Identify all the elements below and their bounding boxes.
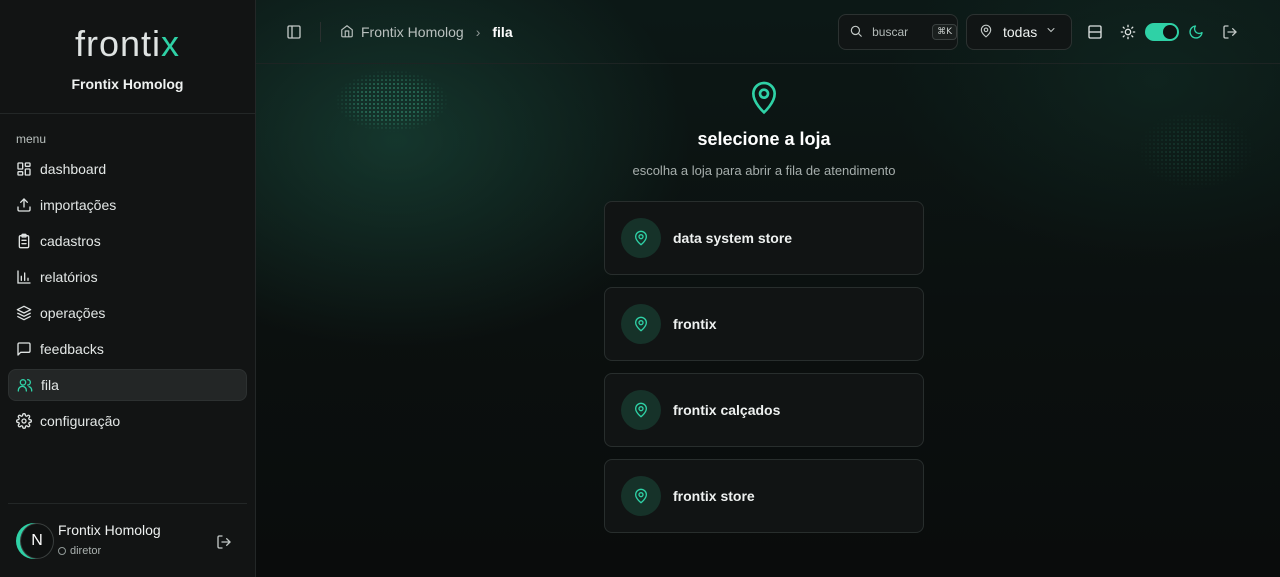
sidebar-item-label: fila [41,377,59,393]
sidebar-menu: dashboard importações cadastros relatóri… [8,153,247,441]
sidebar-item-dashboard[interactable]: dashboard [8,153,247,185]
store-card[interactable]: frontix calçados [604,373,924,447]
store-badge [621,304,661,344]
menu-label: menu [16,132,47,146]
avatar[interactable]: N [16,523,54,559]
store-badge [621,390,661,430]
logout-icon[interactable] [1222,24,1238,40]
sidebar-item-label: relatórios [40,269,98,285]
map-pin-icon [748,79,780,115]
chevron-down-icon [1045,24,1061,40]
topbar: Frontix Homolog › fila ⌘K todas [256,0,1280,64]
logo[interactable]: frontix [0,24,255,64]
layers-icon [16,305,32,321]
role-dot-icon [58,547,66,555]
user-name: Frontix Homolog [58,522,161,538]
sidebar-item-label: feedbacks [40,341,104,357]
sidebar-item-label: configuração [40,413,121,429]
bar-chart-icon [16,269,32,285]
toggle-knob [1163,25,1177,39]
message-icon [16,341,32,357]
search-box[interactable]: ⌘K [838,14,958,50]
breadcrumb-home[interactable]: Frontix Homolog [340,24,464,40]
sidebar-item-fila[interactable]: fila [8,369,247,401]
sidebar-item-importacoes[interactable]: importações [8,189,247,221]
store-filter-value: todas [1003,24,1038,40]
gear-icon [16,413,32,429]
page-title: selecione a loja [697,129,831,149]
sidebar-item-label: dashboard [40,161,107,177]
store-card[interactable]: frontix store [604,459,924,533]
store-card[interactable]: data system store [604,201,924,275]
store-filter-select[interactable]: todas [966,14,1072,50]
decorative-dots [336,70,448,132]
search-input[interactable] [872,25,925,39]
sidebar-item-feedbacks[interactable]: feedbacks [8,333,247,365]
map-pin-icon [633,230,649,246]
sidebar: frontix Frontix Homolog menu dashboard i… [0,0,256,577]
upload-icon [16,197,32,213]
sidebar-item-relatorios[interactable]: relatórios [8,261,247,293]
sidebar-item-label: cadastros [40,233,101,249]
store-card[interactable]: frontix [604,287,924,361]
logout-icon[interactable] [216,534,232,550]
avatar-initial: N [20,523,54,559]
brand: frontix Frontix Homolog [0,0,255,114]
sidebar-toggle-icon[interactable] [286,24,302,40]
map-pin-icon [633,316,649,332]
store-name: frontix [673,316,717,332]
users-icon [17,377,33,393]
dashboard-icon [16,161,32,177]
breadcrumb-current: fila [492,24,513,40]
breadcrumb: Frontix Homolog › fila [340,24,513,40]
brand-subtitle: Frontix Homolog [71,76,184,92]
sidebar-item-configuracao[interactable]: configuração [8,405,247,437]
clipboard-icon [16,233,32,249]
chevron-right-icon: › [475,24,481,40]
moon-icon[interactable] [1188,24,1204,40]
layout-icon[interactable] [1087,24,1103,40]
sun-icon[interactable] [1120,24,1136,40]
sidebar-item-operacoes[interactable]: operações [8,297,247,329]
sidebar-item-cadastros[interactable]: cadastros [8,225,247,257]
decorative-dots [1136,110,1256,190]
theme-toggle[interactable] [1145,23,1179,41]
map-pin-icon [633,488,649,504]
user-panel: N Frontix Homolog diretor [8,503,247,577]
map-pin-icon [979,24,995,40]
search-icon [849,24,864,40]
store-list: data system store frontix frontix calçad… [604,201,924,545]
home-icon [340,24,356,40]
main-content: Frontix Homolog › fila ⌘K todas selecion… [256,0,1280,577]
store-badge [621,218,661,258]
store-name: data system store [673,230,793,246]
user-role: diretor [58,545,101,557]
page-subtitle: escolha a loja para abrir a fila de aten… [632,163,896,178]
store-name: frontix store [673,488,755,504]
sidebar-item-label: operações [40,305,106,321]
divider [320,22,321,42]
store-name: frontix calçados [673,402,781,418]
store-badge [621,476,661,516]
sidebar-item-label: importações [40,197,117,213]
map-pin-icon [633,402,649,418]
search-shortcut: ⌘K [932,24,957,40]
